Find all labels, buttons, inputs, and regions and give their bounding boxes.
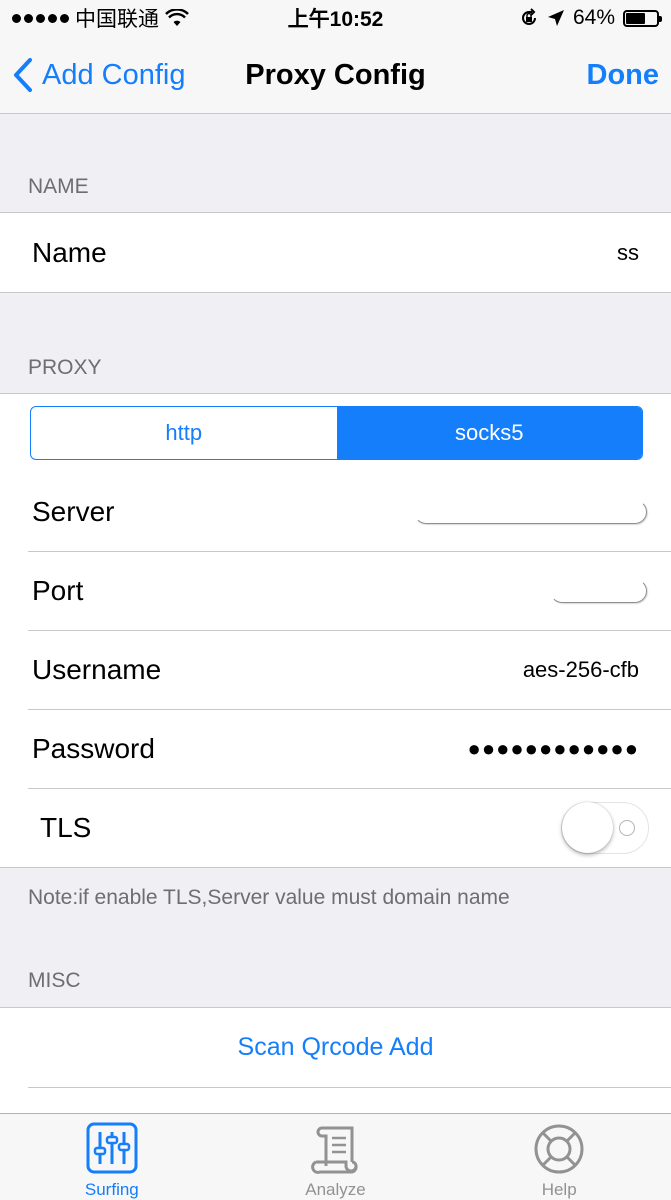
password-row[interactable]: Password ●●●●●●●●●●●●	[0, 709, 671, 788]
password-label: Password	[32, 732, 155, 764]
server-row[interactable]: Server	[0, 472, 671, 551]
wifi-icon	[165, 9, 189, 26]
tab-bar: Surfing Analyze Help	[0, 1113, 671, 1200]
scroll-icon	[310, 1126, 358, 1174]
section-header-proxy: PROXY	[28, 356, 102, 379]
tab-label-help: Help	[541, 1180, 577, 1199]
navigation-bar: Add Config Proxy Config Done	[0, 36, 671, 114]
battery-icon	[623, 9, 662, 27]
name-label: Name	[32, 236, 107, 268]
protocol-segmented-control: http socks5	[30, 406, 643, 460]
tab-label-analyze: Analyze	[305, 1180, 366, 1199]
status-left: 中国联通	[12, 3, 519, 33]
status-bar: 中国联通 上午10:52 64%	[0, 0, 671, 36]
status-right: 64%	[519, 6, 662, 30]
tab-label-surfing: Surfing	[84, 1180, 139, 1199]
username-label: Username	[32, 653, 162, 685]
location-arrow-icon	[547, 10, 564, 26]
lifebuoy-icon	[534, 1124, 584, 1174]
signal-strength-icon	[12, 13, 69, 23]
section-header-misc: MISC	[28, 969, 81, 992]
server-input[interactable]	[414, 499, 647, 524]
row-divider	[28, 1087, 671, 1088]
done-button[interactable]: Done	[587, 36, 660, 114]
segment-socks5[interactable]: socks5	[336, 407, 642, 459]
tab-surfing[interactable]: Surfing	[0, 1114, 224, 1200]
port-input[interactable]	[550, 578, 647, 603]
tls-note: Note:if enable TLS,Server value must dom…	[28, 886, 510, 909]
port-label: Port	[32, 574, 84, 606]
carrier-name: 中国联通	[75, 8, 159, 31]
name-row[interactable]: Name ss	[0, 213, 671, 292]
name-group: Name ss	[0, 212, 671, 293]
server-label: Server	[32, 495, 115, 527]
port-row[interactable]: Port	[0, 551, 671, 630]
segment-http[interactable]: http	[31, 407, 337, 459]
sliders-icon	[86, 1122, 138, 1174]
page-title: Proxy Config	[245, 58, 426, 91]
battery-percent: 64%	[572, 6, 615, 29]
rotation-lock-icon	[522, 8, 536, 25]
tls-toggle[interactable]	[561, 801, 649, 854]
username-value[interactable]: aes-256-cfb	[523, 657, 639, 683]
chevron-left-icon	[14, 58, 32, 92]
password-value[interactable]: ●●●●●●●●●●●●	[468, 736, 639, 762]
tab-analyze[interactable]: Analyze	[224, 1114, 448, 1200]
name-value[interactable]: ss	[617, 240, 639, 266]
section-header-name: NAME	[28, 175, 89, 198]
back-button[interactable]: Add Config	[12, 36, 186, 114]
scan-qrcode-button[interactable]: Scan Qrcode Add	[0, 1008, 671, 1087]
toggle-knob	[562, 801, 613, 853]
misc-group: Scan Qrcode Add	[0, 1007, 671, 1113]
back-label: Add Config	[42, 58, 186, 91]
toggle-off-indicator-icon	[619, 819, 635, 836]
protocol-selector-row: http socks5	[0, 394, 671, 472]
tls-label: TLS	[40, 811, 92, 843]
tls-row: TLS	[0, 788, 671, 867]
proxy-group: http socks5 Server Port Username aes-256…	[0, 393, 671, 868]
username-row[interactable]: Username aes-256-cfb	[0, 630, 671, 709]
tab-help[interactable]: Help	[447, 1114, 671, 1200]
